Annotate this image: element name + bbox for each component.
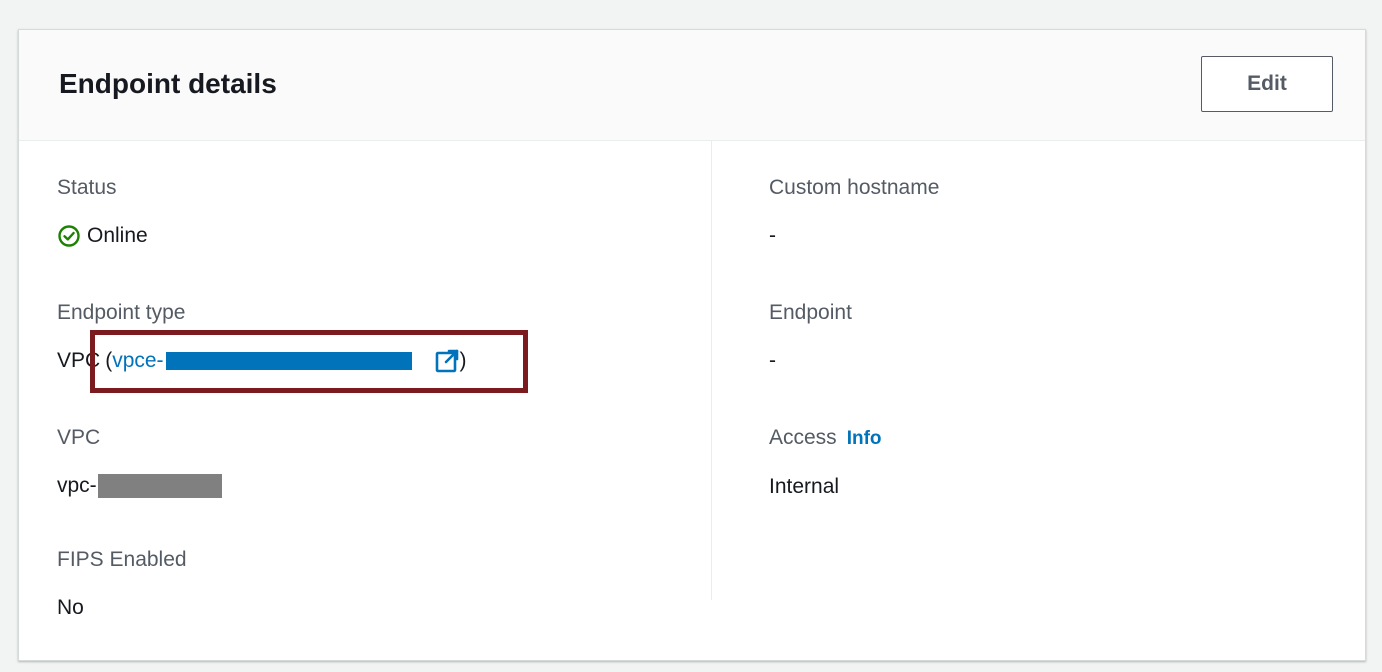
access-value: Internal — [769, 475, 840, 498]
custom-hostname-field: Custom hostname - — [769, 174, 939, 250]
check-circle-icon — [58, 225, 80, 247]
status-value: Online — [57, 222, 148, 250]
access-field: Access Info Internal — [769, 424, 882, 501]
endpoint-type-label: Endpoint type — [57, 301, 186, 324]
vpc-field: VPC vpc- — [57, 424, 222, 500]
status-field: Status Online — [57, 174, 148, 250]
access-label: Access — [769, 426, 837, 449]
access-label-row: Access Info — [769, 424, 882, 453]
access-info-link[interactable]: Info — [847, 425, 882, 453]
custom-hostname-value: - — [769, 224, 776, 247]
status-label: Status — [57, 176, 117, 199]
vpc-prefix: vpc- — [57, 474, 97, 497]
custom-hostname-label: Custom hostname — [769, 176, 940, 199]
vpc-id-redaction — [97, 474, 222, 498]
fips-field: FIPS Enabled No — [57, 546, 187, 622]
column-divider — [711, 140, 712, 600]
fips-label: FIPS Enabled — [57, 548, 187, 571]
panel-title: Endpoint details — [59, 68, 277, 99]
vpc-label: VPC — [57, 426, 101, 449]
status-text: Online — [87, 224, 148, 247]
endpoint-value: - — [769, 349, 776, 372]
edit-button[interactable]: Edit — [1201, 56, 1333, 112]
highlight-annotation-box — [90, 330, 528, 393]
panel-header: Endpoint details Edit — [19, 30, 1365, 141]
endpoint-field: Endpoint - — [769, 299, 852, 375]
fips-value: No — [57, 596, 84, 619]
vpc-value: vpc- — [57, 472, 222, 500]
endpoint-label: Endpoint — [769, 301, 852, 324]
